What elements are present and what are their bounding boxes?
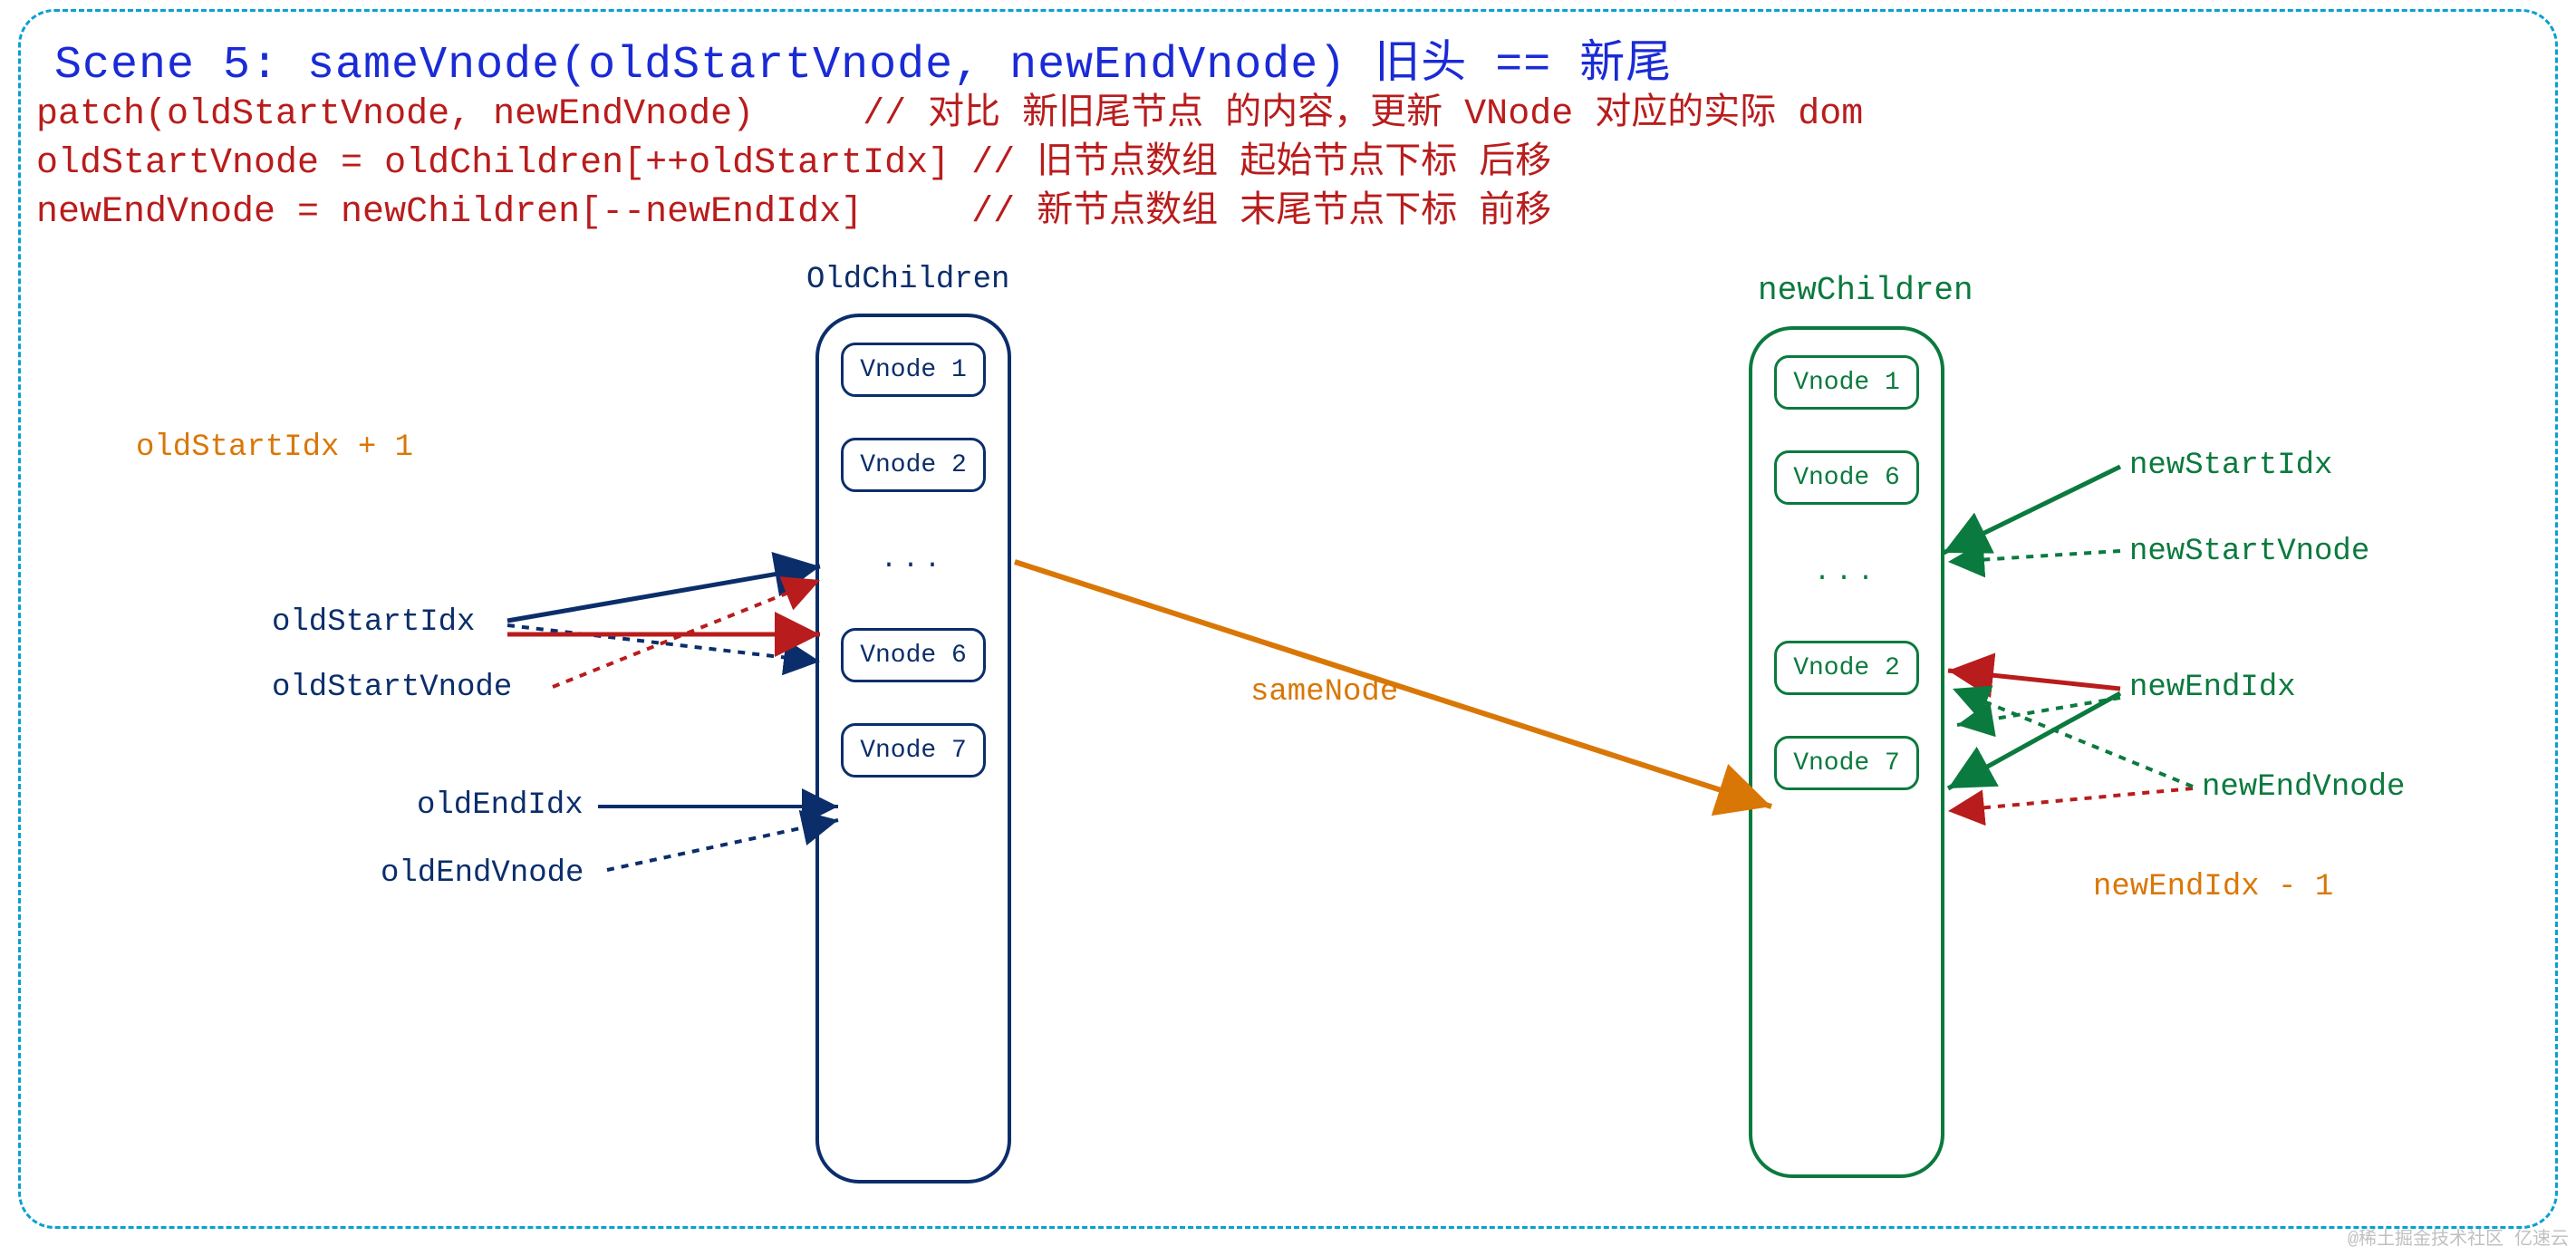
new-vnode-7: Vnode 7 <box>1774 736 1919 790</box>
old-children-column: Vnode 1 Vnode 2 ... Vnode 6 Vnode 7 <box>815 314 1011 1184</box>
new-start-idx-label: newStartIdx <box>2129 449 2332 483</box>
old-start-idx-label: oldStartIdx <box>272 605 475 640</box>
code-comment-2: // 旧节点数组 起始节点下标 后移 <box>950 143 1551 184</box>
new-start-vnode-label: newStartVnode <box>2129 535 2369 569</box>
code-line-2: oldStartVnode = oldChildren[++oldStartId… <box>36 143 950 184</box>
old-vnode-1: Vnode 1 <box>841 343 986 397</box>
new-end-vnode-label: newEndVnode <box>2202 770 2405 805</box>
old-vnode-7: Vnode 7 <box>841 723 986 778</box>
new-vnode-1: Vnode 1 <box>1774 355 1919 410</box>
old-start-vnode-label: oldStartVnode <box>272 671 512 705</box>
code-line-1: patch(oldStartVnode, newEndVnode) <box>36 94 754 135</box>
new-end-idx-label: newEndIdx <box>2129 671 2296 705</box>
old-vnode-6: Vnode 6 <box>841 628 986 682</box>
new-children-label: newChildren <box>1758 272 1973 309</box>
new-end-idx-minus-label: newEndIdx - 1 <box>2093 870 2333 904</box>
watermark: @稀土掘金技术社区 亿速云 <box>2348 1223 2569 1251</box>
old-children-label: OldChildren <box>806 263 1009 297</box>
old-ellipsis: ... <box>881 533 946 587</box>
new-vnode-6: Vnode 6 <box>1774 450 1919 505</box>
diagram-title: Scene 5: sameVnode(oldStartVnode, newEnd… <box>54 25 1672 92</box>
old-vnode-2: Vnode 2 <box>841 438 986 492</box>
code-block: patch(oldStartVnode, newEndVnode) // 对比 … <box>36 91 1863 237</box>
new-children-column: Vnode 1 Vnode 6 ... Vnode 2 Vnode 7 <box>1749 326 1944 1178</box>
code-comment-3: // 新节点数组 末尾节点下标 前移 <box>863 192 1551 233</box>
old-start-idx-plus-label: oldStartIdx + 1 <box>136 430 413 465</box>
same-node-label: sameNode <box>1250 675 1398 710</box>
old-end-vnode-label: oldEndVnode <box>381 856 584 891</box>
code-comment-1: // 对比 新旧尾节点 的内容，更新 VNode 对应的实际 dom <box>754 94 1863 135</box>
old-end-idx-label: oldEndIdx <box>417 788 584 823</box>
new-ellipsis: ... <box>1814 546 1879 600</box>
code-line-3: newEndVnode = newChildren[--newEndIdx] <box>36 192 863 233</box>
new-vnode-2: Vnode 2 <box>1774 641 1919 695</box>
